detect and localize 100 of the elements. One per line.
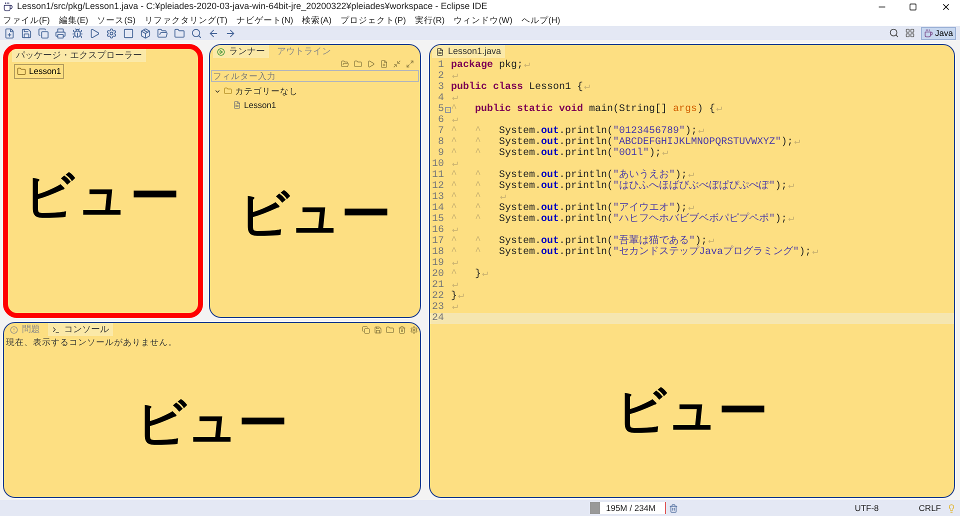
view-toolbar-icon[interactable] (380, 60, 388, 68)
view-toolbar-icon[interactable] (406, 60, 414, 68)
menu-item[interactable]: ソース(S) (97, 14, 136, 26)
view-toolbar-icon[interactable] (367, 60, 375, 68)
toolbar-icon[interactable] (174, 28, 185, 38)
view-tab[interactable]: Lesson1.java (432, 45, 506, 58)
tab-marker: ^ (451, 203, 458, 214)
view-toolbar-icon[interactable] (386, 326, 394, 334)
menu-item[interactable]: 実行(R) (414, 14, 445, 26)
line-end-mark: ↵ (715, 104, 722, 115)
toolbar-icon[interactable] (208, 28, 219, 38)
line-delimiter-label: CRLF (918, 502, 941, 514)
view-toolbar-icon[interactable] (410, 326, 418, 334)
filter-field[interactable]: フィルター入力 (211, 70, 419, 82)
maximize-icon[interactable] (909, 3, 917, 11)
line-number: 15 (430, 214, 444, 225)
toolbar-icon[interactable] (89, 28, 100, 38)
line-number: 2 (436, 71, 444, 82)
garbage-collect-icon[interactable] (669, 504, 678, 512)
toolbar-icon[interactable] (38, 28, 49, 38)
line-number: 10 (430, 159, 444, 170)
console-message: 現在、表示するコンソールがありません。 (5, 336, 178, 349)
line-end-mark: ↵ (457, 291, 464, 302)
line-end-mark: ↵ (451, 225, 458, 236)
line-number: 1 (436, 60, 444, 71)
toolbar-icon[interactable] (21, 28, 32, 38)
menu-item[interactable]: ヘルプ(H) (521, 14, 560, 26)
line-end-mark: ↵ (698, 126, 704, 137)
toolbar-icon[interactable] (106, 28, 117, 38)
menu-item[interactable]: ウィンドウ(W) (454, 14, 512, 26)
tab-marker: ^ (475, 137, 482, 148)
heap-meter[interactable]: 195M / 234M (590, 502, 666, 514)
menu-item[interactable]: リファクタリング(T) (144, 14, 228, 26)
code-line: System.out.println("0123456789"); (499, 126, 698, 137)
line-end-mark: ↵ (793, 137, 800, 148)
play-icon (217, 48, 225, 56)
toolbar-icon[interactable] (157, 28, 168, 38)
view-callout-label: ビュー (239, 189, 391, 240)
line-number: 9 (436, 148, 444, 159)
line-end-mark: ↵ (499, 192, 506, 203)
close-icon[interactable] (941, 2, 951, 12)
code-line: } (475, 269, 482, 280)
open-perspective-icon[interactable] (905, 28, 916, 38)
toolbar-icon[interactable] (72, 28, 83, 38)
toolbar-icon[interactable] (140, 28, 151, 38)
menu-item[interactable]: 編集(E) (58, 14, 88, 26)
coffee-cup-icon (924, 28, 934, 38)
tab-marker: ^ (451, 104, 458, 115)
menu-item[interactable]: プロジェクト(P) (340, 14, 406, 26)
tab-marker: ^ (475, 236, 482, 247)
code-line: System.out.println("吾輩は猫である"); (499, 236, 708, 247)
line-number: 6 (436, 115, 444, 126)
file-icon (436, 48, 444, 56)
view-tab[interactable]: ランナー (213, 45, 269, 58)
tab-marker: ^ (475, 181, 482, 192)
view-toolbar-icon[interactable] (398, 326, 406, 334)
tab-marker: ^ (451, 181, 458, 192)
toolbar-icon[interactable] (4, 28, 15, 38)
tree-node[interactable]: カテゴリーなし (214, 85, 420, 98)
line-end-mark: ↵ (708, 236, 714, 247)
line-end-mark: ↵ (661, 148, 668, 159)
line-number: 23 (430, 302, 444, 313)
toolbar-icon[interactable] (191, 28, 202, 38)
tab-marker: ^ (451, 236, 458, 247)
line-number: 17 (430, 236, 444, 247)
line-end-mark: ↵ (452, 71, 458, 82)
folder-icon (224, 87, 232, 96)
view-toolbar-icon[interactable] (354, 60, 362, 68)
window-title: Lesson1/src/pkg/Lesson1.java - C:¥pleiades-2020-03-java-win-64bit-jre_20200322¥pleiades¥workspace - Eclipse IDE (17, 0, 488, 14)
view-toolbar-icon[interactable] (374, 326, 382, 334)
perspective-button[interactable]: Java (921, 26, 956, 40)
view-toolbar-icon[interactable] (341, 60, 349, 68)
menu-item[interactable]: ナビゲート(N) (236, 14, 294, 26)
code-line: System.out.println("はひふへほばびぶべぼぱぴぷぺぽ"); (499, 181, 788, 192)
view-toolbar-icon[interactable] (362, 326, 370, 334)
line-number: 16 (430, 225, 444, 236)
line-end-mark: ↵ (688, 170, 694, 181)
code-line: System.out.println("ABCDEFGHIJKLMNOPQRSTUVWXYZ"); (499, 137, 794, 148)
view-toolbar-icon[interactable] (393, 60, 401, 68)
menu-item[interactable]: ファイル(F) (3, 14, 50, 26)
toolbar-icon[interactable] (123, 28, 134, 38)
alert-icon (10, 326, 18, 334)
code-line: System.out.println("0O1l"); (499, 148, 662, 159)
toolbar-icon[interactable] (55, 28, 66, 38)
tab-marker: ^ (451, 214, 458, 225)
encoding-label: UTF-8 (854, 502, 879, 514)
line-number: 4 (436, 93, 444, 104)
tab-marker: ^ (475, 192, 482, 203)
menu-item[interactable]: 検索(A) (302, 14, 332, 26)
tab-marker: ^ (451, 269, 458, 280)
tree-node[interactable]: Lesson1 (214, 98, 420, 112)
project-item[interactable]: Lesson1 (14, 64, 64, 79)
line-number: 21 (430, 280, 444, 291)
search-icon[interactable] (889, 28, 900, 38)
line-number: 19 (430, 258, 444, 269)
line-end-mark: ↵ (451, 159, 458, 170)
toolbar-icon[interactable] (225, 28, 236, 38)
view-tab[interactable]: パッケージ・エクスプローラー (12, 49, 146, 62)
code-line: System.out.println("あいうえお"); (499, 170, 688, 181)
view-tab[interactable]: コンソール (48, 323, 113, 336)
